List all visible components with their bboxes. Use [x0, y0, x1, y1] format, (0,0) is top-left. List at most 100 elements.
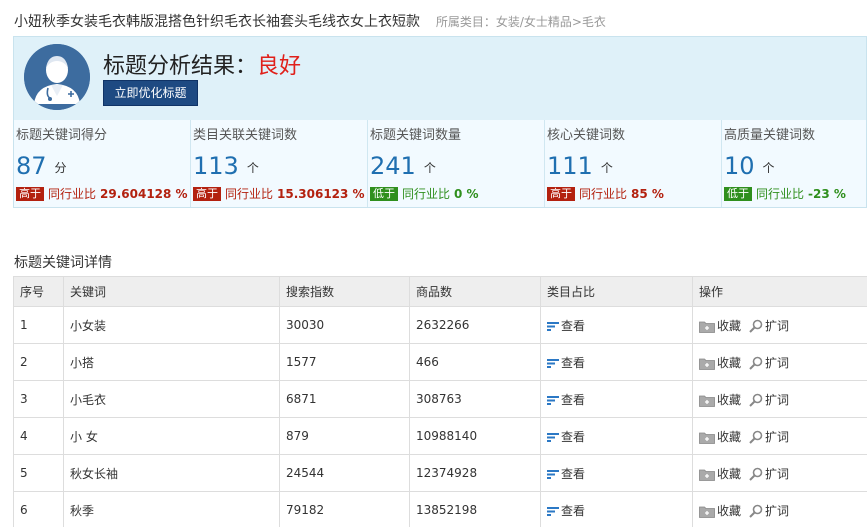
row-keyword: 小 女: [63, 417, 280, 455]
row-keyword: 秋季: [63, 491, 280, 527]
row-actions: 收藏 扩词: [692, 417, 867, 455]
magnifier-icon: [749, 504, 765, 518]
expand-label: 扩词: [765, 355, 790, 370]
view-link[interactable]: 查看: [547, 430, 585, 444]
expand-keyword-button[interactable]: 扩词: [749, 317, 789, 334]
table-row: 5 秋女长袖 24544 12374928 查看 收藏 扩词: [13, 454, 867, 492]
metric-unit: 分: [54, 160, 67, 175]
metric-number: 87: [16, 152, 47, 180]
view-link[interactable]: 查看: [547, 467, 585, 481]
magnifier-icon: [749, 393, 765, 407]
bar-chart-icon: [547, 356, 561, 370]
view-label: 查看: [561, 318, 586, 333]
metric-core-keywords: 核心关键词数 111 个 高于 同行业比 85 %: [545, 120, 722, 207]
compare-label: 同行业比 85 %: [579, 187, 664, 201]
metric-value: 10 个: [724, 152, 775, 180]
folder-add-icon: [699, 319, 717, 333]
row-index: 1: [13, 306, 64, 344]
bar-chart-icon: [547, 393, 561, 407]
favorite-label: 收藏: [717, 318, 742, 333]
table-row: 1 小女装 30030 2632266 查看 收藏 扩词: [13, 306, 867, 344]
metric-label: 标题关键词得分: [16, 128, 108, 143]
row-goods-count: 2632266: [409, 306, 541, 344]
favorite-label: 收藏: [717, 429, 742, 444]
row-category-share: 查看: [540, 380, 693, 418]
folder-add-icon: [699, 467, 717, 481]
compare-text: 同行业比: [579, 187, 628, 201]
metric-label: 标题关键词数量: [370, 128, 462, 143]
folder-add-icon: [699, 393, 717, 407]
metric-label: 高质量关键词数: [724, 128, 816, 143]
metric-label: 类目关联关键词数: [193, 128, 298, 143]
metric-title-score: 标题关键词得分 87 分 高于 同行业比 29.604128 %: [14, 120, 191, 207]
magnifier-icon: [749, 467, 765, 481]
metric-value: 111 个: [547, 152, 613, 180]
favorite-label: 收藏: [717, 355, 742, 370]
metrics-row: 标题关键词得分 87 分 高于 同行业比 29.604128 % 类目关联关键词数 1…: [14, 120, 866, 207]
favorite-label: 收藏: [717, 466, 742, 481]
view-link[interactable]: 查看: [547, 393, 585, 407]
magnifier-icon: [749, 430, 765, 444]
metric-number: 241: [370, 152, 416, 180]
status-badge: 高于: [547, 186, 575, 201]
expand-keyword-button[interactable]: 扩词: [749, 354, 789, 371]
row-category-share: 查看: [540, 306, 693, 344]
product-category: 所属类目：女装/女士精品>毛衣: [435, 15, 606, 29]
compare-value: 0 %: [454, 187, 479, 201]
row-search-index: 79182: [279, 491, 410, 527]
folder-add-icon: [699, 504, 717, 518]
expand-keyword-button[interactable]: 扩词: [749, 465, 789, 482]
metric-unit: 个: [762, 160, 775, 175]
row-index: 2: [13, 343, 64, 381]
table-header-row: 序号 关键词 搜索指数 商品数 类目占比 操作: [13, 276, 867, 307]
compare-label: 同行业比 0 %: [402, 187, 479, 201]
table-row: 2 小搭 1577 466 查看 收藏 扩词: [13, 343, 867, 381]
row-search-index: 24544: [279, 454, 410, 492]
row-actions: 收藏 扩词: [692, 454, 867, 492]
favorite-button[interactable]: 收藏: [699, 354, 741, 371]
row-keyword: 小搭: [63, 343, 280, 381]
row-index: 3: [13, 380, 64, 418]
status-badge: 低于: [724, 186, 752, 201]
favorite-button[interactable]: 收藏: [699, 502, 741, 519]
keyword-table: 序号 关键词 搜索指数 商品数 类目占比 操作 1 小女装 30030 2632266…: [13, 276, 867, 527]
compare-text: 同行业比: [402, 187, 451, 201]
optimize-title-button[interactable]: 立即优化标题: [103, 80, 198, 106]
result-grade: 良好: [257, 54, 302, 79]
row-search-index: 879: [279, 417, 410, 455]
row-category-share: 查看: [540, 343, 693, 381]
expand-label: 扩词: [765, 318, 790, 333]
row-goods-count: 10988140: [409, 417, 541, 455]
magnifier-icon: [749, 356, 765, 370]
row-keyword: 小毛衣: [63, 380, 280, 418]
row-index: 6: [13, 491, 64, 527]
view-label: 查看: [561, 429, 586, 444]
view-link[interactable]: 查看: [547, 356, 585, 370]
section-title: 标题关键词详情: [14, 255, 112, 271]
expand-keyword-button[interactable]: 扩词: [749, 502, 789, 519]
compare-label: 同行业比 29.604128 %: [48, 187, 188, 201]
doctor-avatar-icon: [24, 44, 90, 110]
col-header-category-share: 类目占比: [540, 276, 693, 307]
metric-number: 113: [193, 152, 239, 180]
metric-compare: 低于 同行业比 0 %: [370, 185, 479, 202]
row-keyword: 秋女长袖: [63, 454, 280, 492]
favorite-button[interactable]: 收藏: [699, 428, 741, 445]
view-label: 查看: [561, 355, 586, 370]
row-search-index: 30030: [279, 306, 410, 344]
row-category-share: 查看: [540, 417, 693, 455]
expand-keyword-button[interactable]: 扩词: [749, 391, 789, 408]
favorite-button[interactable]: 收藏: [699, 317, 741, 334]
view-link[interactable]: 查看: [547, 504, 585, 518]
compare-text: 同行业比: [756, 187, 805, 201]
analysis-header: 标题分析结果：良好 立即优化标题: [14, 37, 866, 120]
favorite-label: 收藏: [717, 503, 742, 518]
table-row: 3 小毛衣 6871 308763 查看 收藏 扩词: [13, 380, 867, 418]
expand-keyword-button[interactable]: 扩词: [749, 428, 789, 445]
favorite-button[interactable]: 收藏: [699, 391, 741, 408]
favorite-button[interactable]: 收藏: [699, 465, 741, 482]
product-title: 小妞秋季女装毛衣韩版混搭色针织毛衣长袖套头毛线衣女上衣短款: [14, 14, 420, 30]
row-index: 5: [13, 454, 64, 492]
metric-unit: 个: [600, 160, 613, 175]
view-link[interactable]: 查看: [547, 319, 585, 333]
